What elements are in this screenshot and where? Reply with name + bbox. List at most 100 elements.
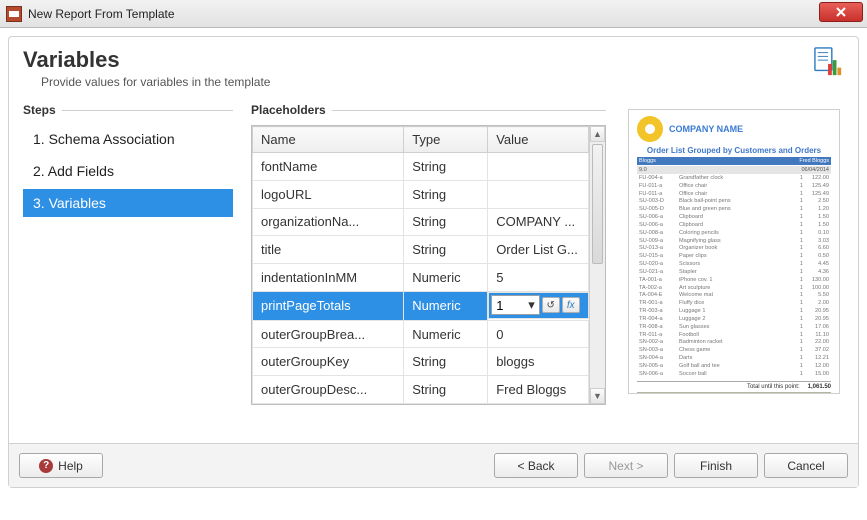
preview-data-row: SU-015-aPaper clips10.50	[637, 253, 831, 261]
col-type[interactable]: Type	[404, 127, 488, 153]
preview-data-row: TR-011-aFootboll111.10	[637, 332, 831, 340]
value-editor[interactable]: ▾	[491, 295, 540, 315]
preview-subtotal: Total until this point: 1,061.50	[637, 381, 831, 390]
cell-type: String	[404, 153, 488, 181]
back-button[interactable]: < Back	[494, 453, 578, 478]
finish-button[interactable]: Finish	[674, 453, 758, 478]
logo-icon	[637, 116, 663, 142]
cell-name: outerGroupDesc...	[253, 376, 404, 404]
preview-data-row: FU-011-aOffice chair1125.49	[637, 191, 831, 199]
steps-list: 1. Schema Association 2. Add Fields 3. V…	[23, 125, 233, 217]
preview-band-right: Fred Bloggs	[799, 158, 829, 164]
cell-name: fontName	[253, 153, 404, 181]
cell-type: String	[404, 236, 488, 264]
cell-name: title	[253, 236, 404, 264]
cell-type: Numeric	[404, 320, 488, 348]
placeholders-table-wrap: Name Type Value fontNameStringlogoURLStr…	[251, 125, 606, 405]
help-button[interactable]: ? Help	[19, 453, 103, 478]
preview-data-row: SU-021-aStapler14.36	[637, 269, 831, 277]
preview-data-row: TA-002-aArt sculpture1100.00	[637, 285, 831, 293]
preview-data-row: SU-003-DBlack ball-point pens12.50	[637, 198, 831, 206]
table-row[interactable]: logoURLString	[253, 180, 589, 208]
cell-value[interactable]: Fred Bloggs	[488, 376, 589, 404]
preview-data-row: TA-001-aiPhone cov. 11130.00	[637, 277, 831, 285]
value-input[interactable]	[492, 298, 522, 313]
preview-column: COMPANY NAME Order List Grouped by Custo…	[624, 103, 844, 405]
page-subtitle: Provide values for variables in the temp…	[23, 75, 844, 89]
content-columns: Steps 1. Schema Association 2. Add Field…	[9, 103, 858, 405]
preview-header: COMPANY NAME	[637, 116, 831, 142]
cell-type: String	[404, 348, 488, 376]
preview-data-row: SU-008-aColoring pencils10.10	[637, 230, 831, 238]
table-row[interactable]: fontNameString	[253, 153, 589, 181]
placeholders-table[interactable]: Name Type Value fontNameStringlogoURLStr…	[252, 126, 589, 404]
table-row[interactable]: outerGroupBrea...Numeric0	[253, 320, 589, 348]
vertical-scrollbar[interactable]: ▲ ▼	[589, 126, 605, 404]
preview-data-row: SN-002-aBadminton racket122.00	[637, 339, 831, 347]
cell-name: logoURL	[253, 180, 404, 208]
cell-value[interactable]: COMPANY ...	[488, 208, 589, 236]
cell-value[interactable]: Order List G...	[488, 236, 589, 264]
preview-total-value: 1,061.50	[808, 384, 831, 390]
chart-icon	[814, 47, 844, 77]
cell-type: Numeric	[404, 291, 488, 320]
wizard-panel: Variables Provide values for variables i…	[8, 36, 859, 488]
scroll-up-arrow[interactable]: ▲	[590, 126, 605, 142]
preview-grey-left: 9.0	[639, 167, 647, 173]
step-add-fields[interactable]: 2. Add Fields	[23, 157, 233, 185]
table-row[interactable]: titleStringOrder List G...	[253, 236, 589, 264]
cell-value[interactable]	[488, 180, 589, 208]
cell-value[interactable]: 0	[488, 320, 589, 348]
formula-button[interactable]: fx	[562, 297, 580, 313]
preview-subgroup-row: 9.0 06/04/2014	[637, 166, 831, 174]
col-value[interactable]: Value	[488, 127, 589, 153]
table-header-row: Name Type Value	[253, 127, 589, 153]
preview-data-row: TR-001-aFluffy dice12.00	[637, 300, 831, 308]
placeholders-label-text: Placeholders	[251, 103, 326, 117]
placeholders-column: Placeholders Name Type Value fontNameStr…	[251, 103, 606, 405]
cell-value[interactable]: 5	[488, 264, 589, 292]
close-button[interactable]	[819, 2, 863, 22]
preview-company-name: COMPANY NAME	[669, 124, 743, 134]
help-icon: ?	[39, 459, 53, 473]
preview-data-row: SN-003-aChess game137.02	[637, 347, 831, 355]
app-icon	[6, 6, 22, 22]
cell-value[interactable]: bloggs	[488, 348, 589, 376]
cell-name: organizationNa...	[253, 208, 404, 236]
scroll-down-arrow[interactable]: ▼	[590, 388, 605, 404]
cell-value[interactable]	[488, 153, 589, 181]
preview-data-row: SU-009-aMagnifying glass13.03	[637, 238, 831, 246]
table-row[interactable]: organizationNa...StringCOMPANY ...	[253, 208, 589, 236]
step-variables[interactable]: 3. Variables	[23, 189, 233, 217]
cell-type: String	[404, 208, 488, 236]
cell-type: Numeric	[404, 264, 488, 292]
cancel-button[interactable]: Cancel	[764, 453, 848, 478]
steps-column: Steps 1. Schema Association 2. Add Field…	[23, 103, 233, 405]
cell-type: String	[404, 376, 488, 404]
titlebar: New Report From Template	[0, 0, 867, 28]
col-name[interactable]: Name	[253, 127, 404, 153]
cell-name: outerGroupKey	[253, 348, 404, 376]
dropdown-icon[interactable]: ▾	[524, 297, 539, 313]
undo-button[interactable]: ↺	[542, 297, 560, 313]
table-row[interactable]: printPageTotalsNumeric▾↺fx	[253, 291, 589, 320]
table-row[interactable]: outerGroupDesc...StringFred Bloggs	[253, 376, 589, 404]
cell-name: outerGroupBrea...	[253, 320, 404, 348]
scroll-thumb[interactable]	[592, 144, 603, 264]
preview-title: Order List Grouped by Customers and Orde…	[637, 146, 831, 155]
preview-data-row: FU-011-aOffice chair1125.49	[637, 183, 831, 191]
preview-data-row: SU-006-aClipboard11.50	[637, 214, 831, 222]
divider	[332, 110, 606, 111]
help-label: Help	[58, 459, 83, 473]
preview-data-row: SU-006-aClipboard11.50	[637, 222, 831, 230]
wizard-button-bar: ? Help < Back Next > Finish Cancel	[9, 443, 858, 487]
cell-type: String	[404, 180, 488, 208]
table-row[interactable]: indentationInMMNumeric5	[253, 264, 589, 292]
step-schema-association[interactable]: 1. Schema Association	[23, 125, 233, 153]
table-row[interactable]: outerGroupKeyStringbloggs	[253, 348, 589, 376]
placeholders-group-label: Placeholders	[251, 103, 606, 117]
page-heading: Variables	[23, 47, 844, 73]
preview-data-row: TR-003-aLuggage 1120.95	[637, 308, 831, 316]
cell-value[interactable]: ▾↺fx	[488, 292, 588, 319]
preview-data-row: SU-005-DBlue and green pens11.20	[637, 206, 831, 214]
